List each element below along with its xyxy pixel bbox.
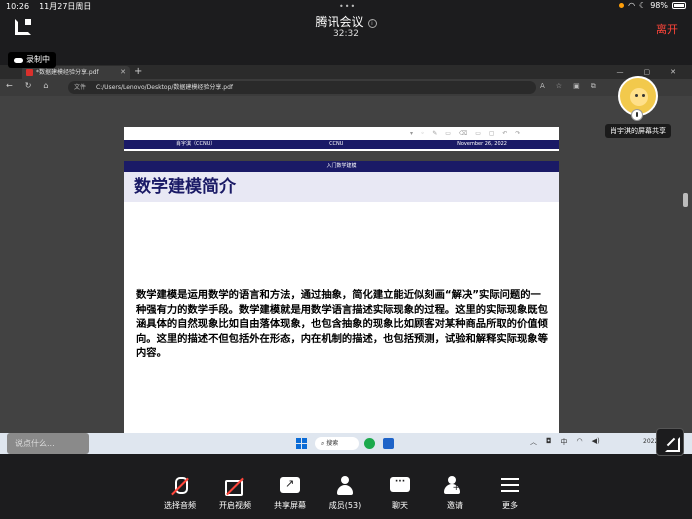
footer-date: November 26, 2022 <box>457 141 507 147</box>
pdf-toolbar-icons[interactable]: ▾ ◦ ✎ ▭ ⌫ ▭ ▢ ↶ ↷ <box>410 130 523 137</box>
close-tab-icon[interactable]: ✕ <box>120 66 126 79</box>
system-tray: ︿ ◘ 中 ◠ ◀) <box>530 437 600 447</box>
nav-buttons: ← ↻ ⌂ <box>6 81 48 90</box>
invite-icon <box>444 476 466 496</box>
refresh-icon[interactable]: ↻ <box>25 81 32 90</box>
recording-label: 录制中 <box>26 55 50 64</box>
chat-button[interactable]: 聊天 <box>375 476 425 511</box>
slide-section-bar: 入门数学建模 <box>124 161 559 172</box>
address-bar-row: ← ↻ ⌂ 文件 C:/Users/Lenovo/Desktop/数据建模经验分… <box>0 79 692 96</box>
members-label: 成员(53) <box>328 501 362 510</box>
info-icon[interactable]: i <box>367 19 377 28</box>
chat-label: 聊天 <box>392 501 408 510</box>
footer-org: CCNU <box>329 141 344 147</box>
meeting-timer: 32:32 <box>333 29 359 39</box>
new-tab-icon[interactable]: + <box>134 65 142 79</box>
slide-footer: 肖宇淇（CCNU） CCNU November 26, 2022 <box>124 140 559 149</box>
invite-label: 邀请 <box>447 501 463 510</box>
tray-app-icon[interactable]: ◘ <box>546 437 552 447</box>
recording-badge[interactable]: 录制中 <box>8 52 56 68</box>
video-button[interactable]: 开启视频 <box>210 476 260 511</box>
avatar-face-icon <box>630 88 648 106</box>
participant-tile[interactable]: 肖宇淇的屏幕共享 <box>600 76 676 142</box>
favorite-icon[interactable]: ☆ <box>556 82 562 91</box>
participant-name: 肖宇淇的屏幕共享 <box>605 124 671 138</box>
meeting-toolbar: 选择音频 开启视频 共享屏幕 成员(53) 聊天 邀请 更多 <box>0 462 692 519</box>
tray-volume-icon[interactable]: ◀) <box>592 437 600 447</box>
back-icon[interactable]: ← <box>6 81 13 90</box>
share-screen-label: 共享屏幕 <box>274 501 306 510</box>
handle-dots-icon[interactable]: ••• <box>339 2 356 11</box>
meeting-app-icon[interactable] <box>383 438 394 449</box>
pdf-viewer[interactable]: ▾ ◦ ✎ ▭ ⌫ ▭ ▢ ↶ ↷ 肖宇淇（CCNU） CCNU Novembe… <box>0 96 692 454</box>
share-screen-button[interactable]: 共享屏幕 <box>265 476 315 511</box>
video-button-label: 开启视频 <box>219 501 251 510</box>
slide-title: 数学建模简介 <box>124 172 559 202</box>
leave-button[interactable]: 离开 <box>656 21 678 37</box>
scrollbar-thumb[interactable] <box>683 193 688 207</box>
more-icon <box>499 476 521 496</box>
taskbar-search-label: 搜索 <box>326 440 339 447</box>
camera-off-icon <box>224 476 246 496</box>
mic-off-icon <box>169 476 191 496</box>
audio-button[interactable]: 选择音频 <box>155 476 205 511</box>
avatar-eye-icon <box>635 94 638 97</box>
meeting-header: ••• 腾讯会议 i 32:32 离开 <box>0 0 692 44</box>
slide-paragraph: 数学建模是运用数学的语言和方法，通过抽象，简化建立能近似刻画“解决”实际问题的一… <box>136 289 548 359</box>
share-screen-icon <box>279 476 301 496</box>
extensions-icon[interactable]: ▣ <box>573 82 580 91</box>
url-scheme-label: 文件 <box>74 84 87 91</box>
collections-icon[interactable]: ⧉ <box>591 82 596 91</box>
footer-author: 肖宇淇（CCNU） <box>176 141 216 147</box>
chat-input[interactable]: 说点什么... <box>7 433 89 454</box>
chat-icon <box>389 476 411 496</box>
meeting-screen: 10:26 11月27日周日 ◠ ☾ 98% ••• 腾讯会议 i 32:32 离… <box>0 0 692 519</box>
pdf-page-current: 入门数学建模 数学建模简介 数学建模是运用数学的语言和方法，通过抽象，简化建立能… <box>124 161 559 454</box>
tray-ime-icon[interactable]: 中 <box>561 437 568 447</box>
avatar-eye-icon <box>642 94 645 97</box>
tray-wifi-icon[interactable]: ◠ <box>577 437 583 447</box>
audio-button-label: 选择音频 <box>164 501 196 510</box>
tray-chevron-icon[interactable]: ︿ <box>530 437 537 447</box>
browser-tabbar: *数据建模经验分享.pdf ✕ + — ▢ ✕ <box>0 65 692 79</box>
read-aloud-icon[interactable]: A <box>540 82 545 91</box>
more-label: 更多 <box>502 501 518 510</box>
browser-toolbar-icons: A ☆ ▣ ⧉ <box>540 82 596 91</box>
home-icon[interactable]: ⌂ <box>43 81 48 90</box>
url-text: C:/Users/Lenovo/Desktop/数据建模经验分享.pdf <box>95 84 234 91</box>
members-icon <box>334 476 356 496</box>
invite-button[interactable]: 邀请 <box>430 476 480 511</box>
meeting-title[interactable]: 腾讯会议 i <box>0 13 692 30</box>
members-button[interactable]: 成员(53) <box>320 476 370 511</box>
windows-start-icon[interactable] <box>296 438 307 449</box>
tab-title: *数据建模经验分享.pdf <box>36 69 99 76</box>
windows-taskbar: 说点什么... ⌕ 搜索 ︿ ◘ 中 ◠ ◀) 2022 <box>0 433 692 454</box>
pdf-scrollbar[interactable] <box>683 131 688 454</box>
url-field[interactable]: 文件 C:/Users/Lenovo/Desktop/数据建模经验分享.pdf <box>68 81 536 94</box>
shared-screen: *数据建模经验分享.pdf ✕ + — ▢ ✕ ← ↻ ⌂ 文件 C:/User… <box>0 65 692 454</box>
meeting-title-text: 腾讯会议 <box>315 15 364 29</box>
pdf-icon <box>26 69 33 76</box>
taskbar-search[interactable]: ⌕ 搜索 <box>315 437 359 450</box>
edge-browser-icon[interactable] <box>364 438 375 449</box>
more-button[interactable]: 更多 <box>485 476 535 511</box>
cloud-icon <box>14 57 23 63</box>
fullscreen-toggle-icon[interactable] <box>656 428 684 456</box>
mic-status-icon <box>631 109 643 121</box>
